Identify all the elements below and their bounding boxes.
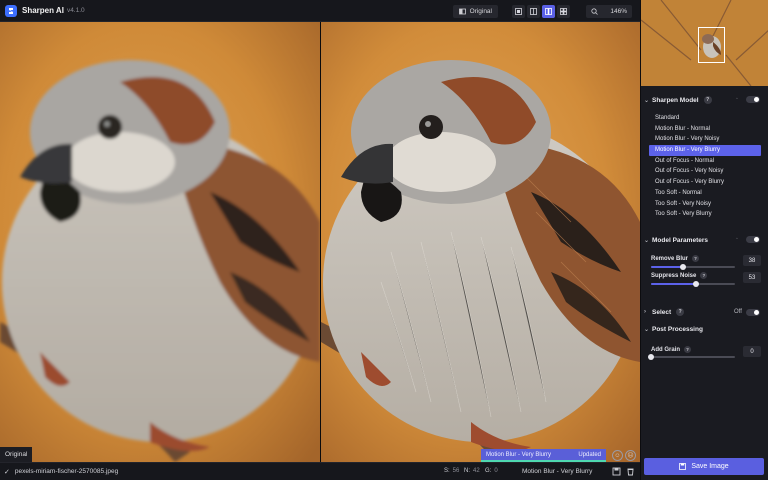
suppress-noise-row: Suppress Noise ? 53 <box>651 272 761 294</box>
sharpen-model-item[interactable]: Too Soft - Very Noisy <box>649 199 761 210</box>
select-toggle[interactable] <box>746 309 760 316</box>
suppress-noise-label: Suppress Noise <box>651 272 697 279</box>
sharpen-model-list: Standard Motion Blur - Normal Motion Blur … <box>649 113 761 220</box>
side-by-side-icon <box>545 7 552 15</box>
sharpen-model-item[interactable]: Out of Focus - Normal <box>649 156 761 167</box>
add-grain-label: Add Grain <box>651 346 681 353</box>
model-parameters-toggle[interactable] <box>746 236 760 243</box>
save-file-icon[interactable] <box>612 467 621 476</box>
add-grain-row: Add Grain ? 0 <box>648 346 761 368</box>
sharpen-model-title: Sharpen Model <box>652 96 699 104</box>
stat-grain-key: G: <box>485 468 492 474</box>
view-quad-button[interactable] <box>557 4 570 18</box>
sharpen-model-item[interactable]: Out of Focus - Very Blurry <box>649 177 761 188</box>
sharpen-model-item[interactable]: Motion Blur - Very Noisy <box>649 134 761 145</box>
stat-grain: G: 0 <box>485 468 498 474</box>
file-name: pexels-miriam-fischer-2570085.jpeg <box>14 468 119 475</box>
compare-icon <box>458 8 466 14</box>
help-icon[interactable]: ? <box>676 308 685 316</box>
sparrow-image-original <box>0 22 320 462</box>
sparrow-image-sharpened <box>321 22 640 462</box>
remove-blur-value[interactable]: 38 <box>743 255 761 266</box>
zoom-control[interactable]: 146% <box>586 4 632 18</box>
zoom-icon <box>591 7 598 15</box>
split-view-icon <box>530 7 537 15</box>
feedback-icon[interactable]: ☹ <box>625 450 636 461</box>
footer-model-label: Motion Blur - Very Blurry <box>522 468 593 475</box>
status-model-name: Motion Blur - Very Blurry <box>486 451 552 458</box>
remove-blur-fill <box>651 266 683 268</box>
add-grain-handle[interactable] <box>648 354 654 360</box>
app-logo-icon <box>5 4 17 17</box>
info-icon[interactable]: ◦ <box>736 96 742 102</box>
right-sidebar: ⌄ Sharpen Model ? ◦ Standard Motion Blur … <box>640 0 768 480</box>
suppress-noise-slider[interactable] <box>651 281 735 287</box>
status-footer: ✓ pexels-miriam-fischer-2570085.jpeg S: 5… <box>0 462 640 480</box>
app-name: Sharpen AI <box>22 6 64 15</box>
remove-blur-handle[interactable] <box>679 264 686 270</box>
help-icon[interactable]: ? <box>700 272 708 279</box>
model-parameters-title: Model Parameters <box>652 236 708 244</box>
help-icon[interactable]: ? <box>703 96 712 104</box>
chevron-down-icon[interactable]: ⌄ <box>644 237 652 244</box>
sharpen-model-item[interactable]: Motion Blur - Very Blurry <box>649 145 761 156</box>
view-single-button[interactable] <box>512 4 525 18</box>
chevron-down-icon[interactable]: ⌄ <box>644 97 652 104</box>
app-version: v4.1.0 <box>66 7 85 14</box>
stat-sharpen: S: 56 <box>444 468 459 474</box>
chevron-right-icon[interactable]: › <box>644 309 652 315</box>
suppress-noise-handle[interactable] <box>692 281 699 287</box>
select-title: Select <box>652 308 672 316</box>
show-original-button[interactable]: Original <box>452 4 498 18</box>
original-image-pane[interactable] <box>0 22 320 462</box>
stat-sharpen-value: 56 <box>452 468 460 474</box>
info-icon[interactable]: ◦ <box>736 236 742 242</box>
help-icon[interactable]: ? <box>692 255 700 262</box>
original-pane-label: Original <box>0 447 33 462</box>
stat-noise-value: 42 <box>473 468 480 474</box>
save-image-label: Save Image <box>691 463 729 470</box>
top-toolbar: Sharpen AI v4.1.0 Original 146% <box>0 0 640 22</box>
remove-blur-label: Remove Blur <box>651 255 689 262</box>
stat-noise: N: 42 <box>464 468 480 474</box>
save-image-button[interactable]: Save Image <box>644 458 764 475</box>
remove-blur-slider[interactable] <box>651 264 735 270</box>
navigator-thumbnail[interactable] <box>641 0 768 86</box>
suppress-noise-value[interactable]: 53 <box>743 272 761 283</box>
stat-noise-key: N: <box>464 468 470 474</box>
view-split-button[interactable] <box>527 4 540 18</box>
sharpen-model-toggle[interactable] <box>746 96 760 103</box>
stat-sharpen-key: S: <box>444 468 450 474</box>
sharpen-model-item[interactable]: Motion Blur - Normal <box>649 124 761 135</box>
stat-grain-value: 0 <box>494 468 498 474</box>
select-state-label: Off <box>734 309 742 315</box>
view-side-by-side-button[interactable] <box>542 4 555 18</box>
single-view-icon <box>515 7 522 15</box>
checkmark-icon[interactable]: ✓ <box>4 468 10 476</box>
help-icon[interactable]: ? <box>684 346 692 353</box>
post-processing-header[interactable]: ⌄ Post Processing <box>641 322 768 336</box>
add-grain-value[interactable]: 0 <box>743 346 761 357</box>
save-icon <box>679 463 687 470</box>
zoom-value: 146% <box>610 7 627 15</box>
processed-image-pane[interactable] <box>321 22 640 462</box>
processing-status-bar: Motion Blur - Very Blurry Updated <box>481 449 606 462</box>
sharpen-model-item[interactable]: Too Soft - Very Blurry <box>649 209 761 220</box>
post-processing-title: Post Processing <box>652 325 703 333</box>
status-state: Updated <box>578 451 601 458</box>
add-grain-slider[interactable] <box>648 354 735 360</box>
delete-icon[interactable] <box>626 467 635 476</box>
show-original-label: Original <box>469 7 492 15</box>
sharpen-model-item[interactable]: Too Soft - Normal <box>649 188 761 199</box>
chevron-down-icon[interactable]: ⌄ <box>644 326 652 333</box>
sharpen-model-item[interactable]: Standard <box>649 113 761 124</box>
grid-view-icon <box>560 7 567 15</box>
suppress-noise-fill <box>651 283 696 285</box>
navigator-viewport[interactable] <box>698 27 725 63</box>
sharpen-model-item[interactable]: Out of Focus - Very Noisy <box>649 166 761 177</box>
accept-icon[interactable]: ☺ <box>612 450 623 461</box>
